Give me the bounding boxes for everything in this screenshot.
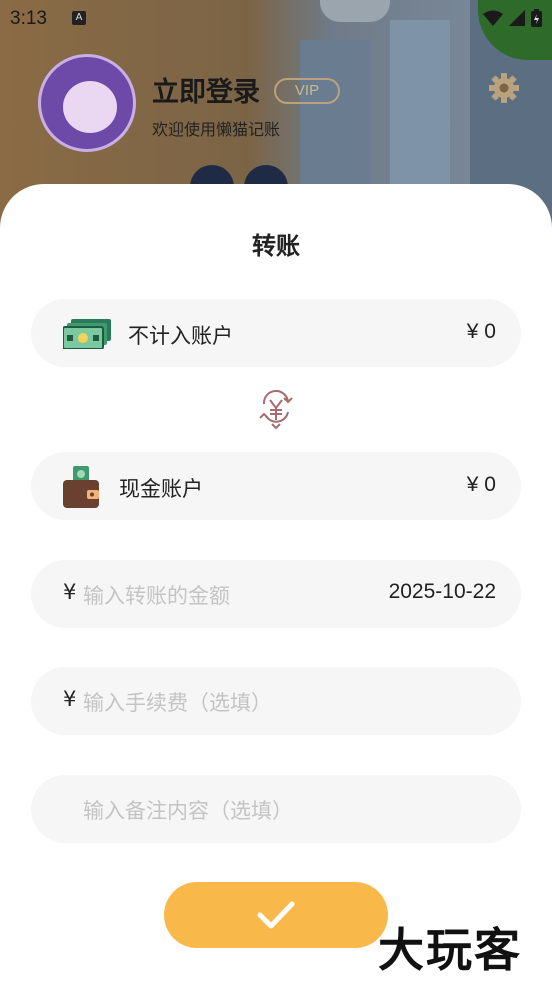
check-icon	[257, 901, 295, 929]
watermark-logo: 大玩客	[378, 923, 522, 977]
fee-input[interactable]: 输入手续费（选填）	[83, 687, 272, 717]
sheet-title: 转账	[252, 232, 300, 260]
transfer-date[interactable]: 2025-10-22	[389, 580, 496, 604]
status-bar: 3:13 A	[0, 0, 552, 38]
cash-stack-icon	[63, 319, 111, 349]
login-title[interactable]: 立即登录	[152, 70, 260, 109]
to-account-name: 现金账户	[119, 477, 203, 501]
from-account-name: 不计入账户	[128, 324, 233, 348]
vip-badge[interactable]: VIP	[274, 78, 340, 104]
wallet-icon	[63, 466, 99, 508]
confirm-button[interactable]	[164, 882, 388, 948]
from-account-amount: ¥ 0	[466, 320, 496, 343]
wifi-icon	[483, 10, 503, 26]
gear-icon[interactable]	[488, 72, 520, 104]
status-time: 3:13	[10, 8, 47, 29]
welcome-text: 欢迎使用懒猫记账	[152, 120, 281, 139]
notification-icon: A	[72, 11, 86, 25]
cat-avatar-icon	[63, 81, 117, 133]
to-account-amount: ¥ 0	[466, 473, 496, 496]
signal-icon	[509, 10, 525, 26]
profile-header: 立即登录 VIP 欢迎使用懒猫记账	[38, 54, 538, 164]
fee-field[interactable]: ¥ 输入手续费（选填）	[31, 667, 521, 735]
from-account-selector[interactable]: 不计入账户 ¥ 0	[31, 299, 521, 367]
to-account-selector[interactable]: 现金账户 ¥ 0	[31, 452, 521, 520]
battery-icon	[531, 9, 542, 27]
system-icons	[483, 9, 542, 27]
transfer-amount-input[interactable]: 输入转账的金额	[83, 580, 230, 610]
transfer-sheet: 转账 不计入账户 ¥ 0 现金账户 ¥ 0 ¥ 输入转账的金额 2025-10-…	[0, 184, 552, 983]
note-input[interactable]: 输入备注内容（选填）	[83, 795, 293, 825]
note-field[interactable]: 输入备注内容（选填）	[31, 775, 521, 843]
currency-symbol: ¥	[63, 580, 77, 604]
yen-transfer-icon[interactable]	[258, 390, 294, 430]
currency-symbol: ¥	[63, 687, 77, 711]
transfer-amount-field[interactable]: ¥ 输入转账的金额 2025-10-22	[31, 560, 521, 628]
avatar[interactable]	[38, 54, 136, 152]
